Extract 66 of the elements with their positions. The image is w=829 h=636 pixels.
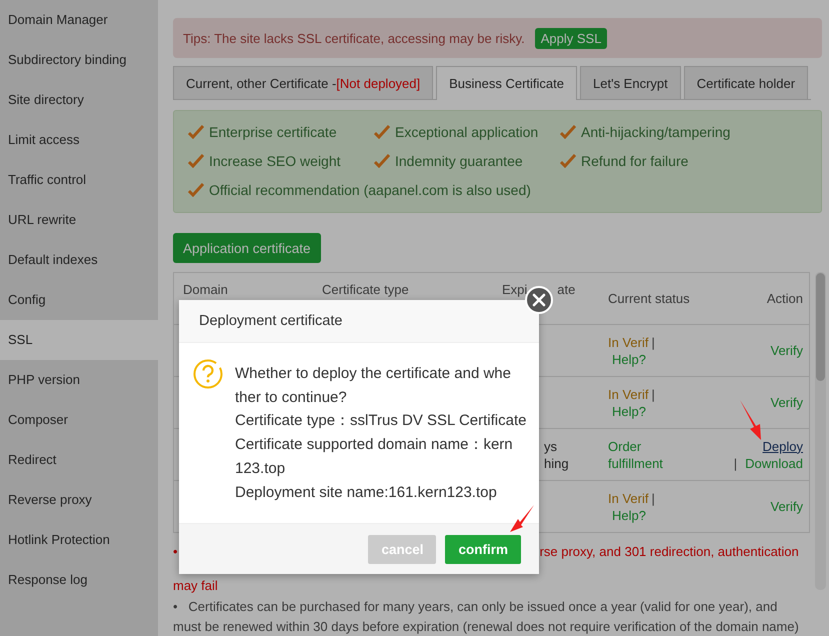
sidebar-item[interactable]: Reverse proxy — [0, 480, 158, 520]
dialog-text: ther to continue? — [235, 388, 348, 408]
question-icon — [193, 359, 223, 389]
column-header: Expi — [502, 282, 528, 297]
tab[interactable]: Current, other Certificate -[Not deployed] — [173, 66, 434, 99]
check-icon — [188, 182, 204, 196]
tab[interactable]: Business Certificate — [436, 66, 578, 100]
sidebar-item[interactable]: Subdirectory binding — [0, 40, 158, 80]
status-text: In Verif — [608, 386, 648, 402]
dialog-text: Deployment site name:161.kern123.top — [235, 482, 498, 503]
sidebar-item[interactable]: Config — [0, 280, 158, 320]
column-header: Domain — [183, 282, 228, 297]
sidebar-item[interactable]: Default indexes — [0, 240, 158, 280]
separator: | — [651, 334, 655, 350]
feature-text: Anti-hijacking/tampering — [581, 124, 730, 140]
check-icon — [560, 154, 576, 168]
sidebar-item[interactable]: Response log — [0, 560, 158, 600]
sidebar-item[interactable]: Domain Manager — [0, 0, 158, 40]
dialog-text: Whether to deploy the certificate and whe — [235, 364, 512, 384]
feature-text: Exceptional application — [395, 124, 538, 140]
check-icon — [188, 154, 204, 168]
sidebar-item[interactable]: Redirect — [0, 440, 158, 480]
sidebar-item[interactable]: PHP version — [0, 360, 158, 400]
check-icon — [374, 124, 390, 138]
sidebar-item[interactable]: SSL — [0, 320, 158, 360]
separator: | — [651, 490, 655, 506]
expiry-text: hing — [543, 456, 569, 470]
tab[interactable]: Certificate holder — [684, 66, 808, 99]
arrow-annotation — [509, 504, 535, 533]
column-header: Action — [766, 290, 803, 306]
status-text: In Verif — [608, 334, 648, 350]
column-header: Certificate type — [322, 282, 409, 297]
sidebar-item[interactable]: Composer — [0, 400, 158, 440]
bullet: • — [173, 544, 178, 559]
sidebar-item[interactable]: Limit access — [0, 120, 158, 160]
status-text: Order fulfillment — [608, 438, 664, 472]
dialog-title: Deployment certificate — [179, 300, 539, 343]
column-header: ate — [557, 282, 576, 297]
separator: | — [651, 386, 655, 402]
check-icon — [560, 124, 576, 138]
warning-text: may fail — [173, 577, 218, 595]
scrollbar[interactable] — [815, 272, 826, 590]
feature-text: Enterprise certificate — [209, 124, 337, 140]
status-text: In Verif — [608, 490, 648, 506]
arrow-annotation — [739, 399, 763, 441]
confirm-button[interactable]: confirm — [445, 534, 521, 564]
sidebar-item[interactable]: Site directory — [0, 80, 158, 120]
note-text: • Certificates can be purchased for many years, can only be issued once a year (valid for one year), and must be renewed within 30 days before expiration (renewal does not require verification of the domain name) — [173, 599, 799, 634]
separator: | — [734, 456, 738, 470]
feature-text: Indemnity guarantee — [395, 152, 523, 168]
action-link[interactable]: Deploy — [762, 438, 803, 454]
feature-text: Refund for failure — [581, 152, 688, 168]
sidebar-item[interactable]: Hotlink Protection — [0, 520, 158, 560]
check-icon — [374, 154, 390, 168]
column-header: Current status — [608, 290, 690, 306]
dialog-text: 123.top — [235, 458, 286, 479]
tab[interactable]: Let's Encrypt — [580, 66, 681, 99]
sidebar-item[interactable]: Traffic control — [0, 160, 158, 200]
check-icon — [188, 124, 204, 138]
sidebar-item[interactable]: URL rewrite — [0, 200, 158, 240]
feature-text: Increase SEO weight — [209, 152, 341, 168]
tips-text: Tips: The site lacks SSL certificate, accessing may be risky. — [183, 30, 525, 46]
dialog-text: Certificate type：sslTrus DV SSL Certificate — [235, 411, 526, 432]
feature-text: Official recommendation (aapanel.com is also used) — [209, 182, 531, 198]
warning-text: rse proxy, and 301 redirection, authentication — [540, 544, 799, 559]
dialog-text: Certificate supported domain name：kern — [235, 435, 514, 456]
